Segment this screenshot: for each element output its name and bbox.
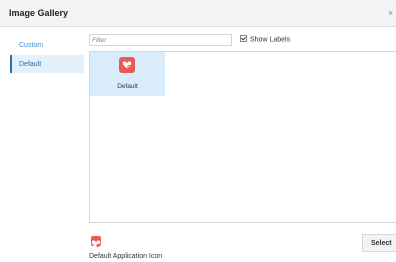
- sidebar-item-custom[interactable]: Custom: [10, 36, 84, 54]
- dialog-header: Image Gallery ×: [0, 0, 396, 27]
- show-labels-toggle[interactable]: Show Labels: [240, 35, 291, 44]
- gallery-item-label: Default: [117, 83, 138, 90]
- preview-icon: [91, 236, 101, 248]
- image-gallery-dialog: Image Gallery × Custom Default Filter Sh…: [0, 0, 396, 262]
- sidebar-item-label: Custom: [19, 42, 44, 49]
- dialog-title: Image Gallery: [9, 8, 69, 18]
- sidebar-item-label: Default: [19, 61, 42, 68]
- sidebar-item-default[interactable]: Default: [10, 55, 84, 73]
- filter-input[interactable]: Filter: [89, 34, 232, 46]
- gallery-item-default[interactable]: Default: [90, 52, 165, 96]
- image-gallery-grid: Default: [89, 51, 396, 223]
- preview-label: Default Application Icon: [89, 253, 163, 260]
- heart-icon: [91, 240, 101, 248]
- select-button[interactable]: Select: [362, 234, 396, 252]
- checkbox-icon[interactable]: [240, 35, 247, 42]
- heart-icon: [122, 61, 132, 69]
- close-icon[interactable]: ×: [388, 8, 393, 18]
- show-labels-label: Show Labels: [250, 36, 291, 44]
- heart-gear-icon: [119, 57, 135, 73]
